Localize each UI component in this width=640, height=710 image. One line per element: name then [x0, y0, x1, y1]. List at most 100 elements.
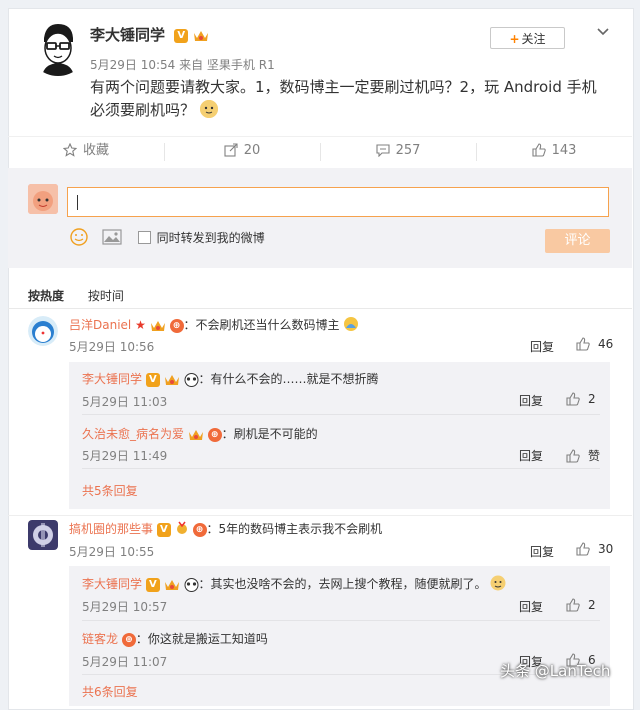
sort-tabs: 按热度 按时间 — [28, 287, 144, 304]
comment-like-button[interactable]: 46 — [576, 337, 613, 351]
divider — [8, 515, 632, 516]
comment-button[interactable]: 257 — [320, 137, 476, 167]
divider — [82, 620, 600, 621]
reply-button[interactable]: 回复 — [519, 447, 543, 464]
star-icon — [62, 142, 78, 157]
reply-button[interactable]: 回复 — [530, 338, 554, 355]
image-icon[interactable] — [102, 229, 122, 245]
like-count: 143 — [551, 143, 577, 158]
plus-icon: + — [509, 32, 520, 46]
post-meta: 5月29日 10:54 来自 坚果手机 R1 — [90, 58, 275, 72]
reply-time: 5月29日 10:57 — [82, 600, 168, 614]
composer-tools: 同时转发到我的微博 — [70, 228, 265, 248]
doge-emoji-icon — [199, 100, 218, 118]
level-badge-icon: ⊕ — [121, 632, 136, 647]
emoji-icon[interactable] — [70, 228, 88, 246]
comment-body: ：5年的数码博主表示我不会刷机 — [206, 522, 383, 536]
follow-button[interactable]: + 关注 — [490, 27, 565, 49]
thumbs-up-icon — [566, 598, 580, 612]
reply-like-button[interactable]: 2 — [566, 392, 596, 406]
level-badge-icon: ⊕ — [169, 318, 184, 333]
reply-text: 李大锤同学 V ：其实也没啥不会的，去网上搜个教程，随便就刷了。 — [82, 575, 506, 592]
crown-badge-icon — [164, 578, 180, 592]
like-count: 30 — [598, 542, 614, 556]
author-avatar[interactable] — [28, 16, 88, 76]
reply-like-button[interactable]: 赞 — [566, 447, 600, 464]
reply-body: ：其实也没啥不会的，去网上搜个教程，随便就刷了。 — [198, 577, 487, 591]
comment-time: 5月29日 10:55 — [69, 545, 155, 559]
author-name[interactable]: 李大锤同学 V — [90, 24, 209, 45]
more-replies-link[interactable]: 共6条回复 — [82, 683, 138, 700]
reply-time: 5月29日 11:07 — [82, 655, 168, 669]
like-count: 赞 — [588, 449, 601, 463]
verified-badge-icon: V — [156, 522, 171, 537]
reply-text: 李大锤同学 V ：有什么不会的……就是不想折腾 — [82, 370, 379, 387]
reply-button[interactable]: 回复 — [519, 598, 543, 615]
level-badge-icon: ⊕ — [192, 522, 207, 537]
tab-hot[interactable]: 按热度 — [28, 289, 64, 303]
thumbs-up-icon — [576, 542, 590, 556]
comment-avatar[interactable] — [28, 520, 58, 550]
divider — [82, 468, 600, 469]
divider — [82, 414, 600, 415]
divider — [8, 308, 632, 309]
chevron-down-icon[interactable] — [596, 24, 610, 38]
doge-emoji-icon — [490, 575, 506, 591]
comment-input[interactable] — [67, 187, 609, 217]
emoji-icon — [343, 317, 359, 332]
reply-like-button[interactable]: 2 — [566, 598, 596, 612]
action-bar: 收藏 20 257 143 — [8, 136, 632, 167]
reply-user[interactable]: 久治未愈_病名为爱 — [82, 427, 184, 441]
author-name-text[interactable]: 李大锤同学 — [90, 26, 165, 44]
comment-avatar[interactable] — [28, 316, 58, 346]
favorite-label: 收藏 — [82, 143, 109, 158]
reply-user[interactable]: 李大锤同学 — [82, 372, 142, 386]
reply-button[interactable]: 回复 — [530, 543, 554, 560]
comment-count: 257 — [395, 143, 421, 158]
sync-checkbox[interactable] — [137, 231, 151, 244]
tab-time[interactable]: 按时间 — [88, 289, 124, 303]
reply-user[interactable]: 李大锤同学 — [82, 577, 142, 591]
favorite-button[interactable]: 收藏 — [8, 137, 164, 167]
like-count: 46 — [598, 337, 614, 351]
follow-label: 关注 — [521, 32, 546, 46]
submit-comment-button[interactable]: 评论 — [545, 229, 610, 253]
watermark: 头条 @LanTech — [500, 662, 611, 680]
forward-button[interactable]: 20 — [164, 137, 320, 167]
level-badge-icon: ⊕ — [207, 427, 222, 442]
like-button[interactable]: 143 — [476, 137, 632, 167]
forward-icon — [224, 143, 238, 157]
comment-user[interactable]: 搞机圈的那些事 — [69, 522, 153, 536]
like-count: 2 — [588, 392, 596, 406]
comment-icon — [376, 144, 390, 158]
reply-body: ：你这就是搬运工知道吗 — [135, 632, 268, 646]
medal-badge-icon — [175, 521, 189, 536]
reply-body: ：刷机是不可能的 — [221, 427, 318, 441]
crown-badge-icon — [164, 373, 180, 387]
comment-like-button[interactable]: 30 — [576, 542, 613, 556]
panda-badge-icon — [184, 372, 199, 387]
my-avatar — [28, 184, 58, 214]
verified-badge-icon: V — [174, 28, 189, 43]
comment-text: 搞机圈的那些事 V ⊕ ：5年的数码博主表示我不会刷机 — [69, 520, 382, 537]
comment-text: 吕洋Daniel ★ ⊕ ：不会刷机还当什么数码博主 — [69, 316, 359, 333]
reply-button[interactable]: 回复 — [519, 392, 543, 409]
thumbs-up-icon — [532, 143, 546, 157]
star-badge-icon: ★ — [135, 318, 146, 332]
crown-badge-icon — [188, 428, 204, 442]
thumbs-up-icon — [576, 337, 590, 351]
thumbs-up-icon — [566, 392, 580, 406]
reply-body: ：有什么不会的……就是不想折腾 — [198, 372, 379, 386]
text-caret — [77, 195, 78, 210]
comment-composer — [8, 168, 632, 268]
reply-user[interactable]: 链客龙 — [82, 632, 118, 646]
reply-time: 5月29日 11:49 — [82, 449, 168, 463]
comment-user[interactable]: 吕洋Daniel — [69, 318, 131, 332]
verified-badge-icon: V — [145, 372, 160, 387]
post-text: 有两个问题要请教大家。1，数码博主一定要刷过机吗？2，玩 Android 手机必… — [90, 76, 610, 122]
reply-text: 链客龙 ⊕ ：你这就是搬运工知道吗 — [82, 630, 268, 647]
forward-count: 20 — [243, 143, 261, 158]
thumbs-up-icon — [566, 449, 580, 463]
post-text-content: 有两个问题要请教大家。1，数码博主一定要刷过机吗？2，玩 Android 手机必… — [90, 78, 597, 119]
more-replies-link[interactable]: 共5条回复 — [82, 482, 138, 499]
